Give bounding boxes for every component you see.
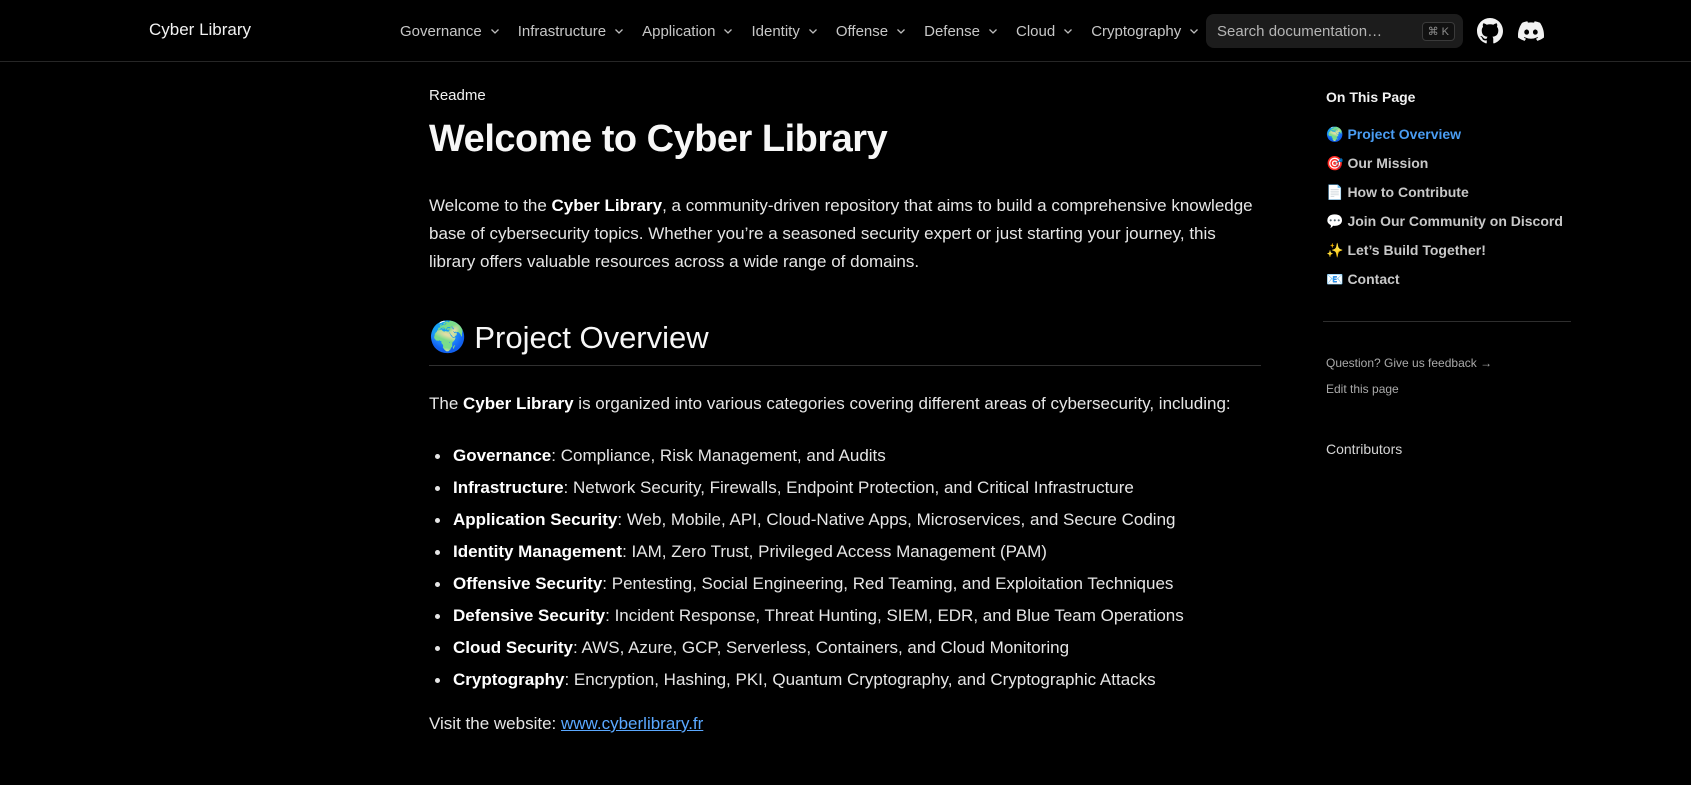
category-desc: : Web, Mobile, API, Cloud-Native Apps, M… xyxy=(617,510,1176,529)
category-name: Defensive Security xyxy=(453,606,606,625)
section-heading-project-overview: 🌍 Project Overview xyxy=(429,318,1261,366)
edit-page-link[interactable]: Edit this page xyxy=(1326,382,1399,396)
toc-list: 🌍 Project Overview 🎯 Our Mission 📄 How to C… xyxy=(1326,120,1563,294)
nav-label: Governance xyxy=(400,22,482,40)
toc-item-project-overview[interactable]: 🌍 Project Overview xyxy=(1326,120,1563,149)
category-desc: : Pentesting, Social Engineering, Red Te… xyxy=(602,574,1174,593)
section-title: Project Overview xyxy=(474,320,709,355)
intro-paragraph: Welcome to the Cyber Library, a communit… xyxy=(429,192,1259,276)
search-shortcut-hint: ⌘ K xyxy=(1421,22,1455,41)
visit-website-line: Visit the website: www.cyberlibrary.fr xyxy=(429,714,703,734)
category-name: Identity Management xyxy=(453,542,623,561)
toc-title: On This Page xyxy=(1326,89,1416,105)
target-icon: 🎯 xyxy=(1326,155,1344,171)
nav-label: Defense xyxy=(924,22,980,40)
category-desc: : Network Security, Firewalls, Endpoint … xyxy=(563,478,1134,497)
nav-governance[interactable]: Governance xyxy=(400,23,500,40)
toc-item-build-together[interactable]: ✨ Let’s Build Together! xyxy=(1326,236,1563,265)
toc-divider xyxy=(1323,321,1571,322)
overview-lead: The Cyber Library is organized into vari… xyxy=(429,394,1231,414)
list-item: Offensive Security: Pentesting, Social E… xyxy=(429,568,1184,600)
toc-item-label: Let’s Build Together! xyxy=(1347,242,1486,258)
list-item: Governance: Compliance, Risk Management,… xyxy=(429,440,1184,472)
globe-icon: 🌍 xyxy=(429,321,467,354)
nav-infrastructure[interactable]: Infrastructure xyxy=(518,23,624,40)
chevron-down-icon xyxy=(724,29,733,34)
list-item: Identity Management: IAM, Zero Trust, Pr… xyxy=(429,536,1184,568)
nav-offense[interactable]: Offense xyxy=(836,23,906,40)
category-name: Cryptography xyxy=(453,670,565,689)
search-box[interactable]: ⌘ K xyxy=(1206,14,1463,48)
toc-item-label: Contact xyxy=(1347,271,1400,287)
nav-label: Cloud xyxy=(1016,22,1056,40)
chevron-down-icon xyxy=(1190,29,1199,34)
chevron-down-icon xyxy=(808,29,817,34)
toc-item-how-to-contribute[interactable]: 📄 How to Contribute xyxy=(1326,178,1563,207)
github-icon[interactable] xyxy=(1477,18,1503,44)
category-name: Governance xyxy=(453,446,552,465)
intro-bold-name: Cyber Library xyxy=(551,196,663,215)
document-icon: 📄 xyxy=(1326,184,1344,200)
visit-label: Visit the website: xyxy=(429,714,561,733)
contributors-heading: Contributors xyxy=(1326,441,1403,457)
nav-label: Offense xyxy=(835,22,889,40)
email-icon: 📧 xyxy=(1326,271,1344,287)
category-desc: : Compliance, Risk Management, and Audit… xyxy=(551,446,886,465)
intro-text-start: Welcome to the xyxy=(429,196,552,215)
breadcrumb[interactable]: Readme xyxy=(429,87,486,104)
toc-item-label: Join Our Community on Discord xyxy=(1347,213,1563,229)
nav-application[interactable]: Application xyxy=(642,23,733,40)
nav-label: Infrastructure xyxy=(517,22,607,40)
nav-label: Application xyxy=(642,22,716,40)
nav-cloud[interactable]: Cloud xyxy=(1016,23,1073,40)
toc-item-our-mission[interactable]: 🎯 Our Mission xyxy=(1326,149,1563,178)
toc-item-join-discord[interactable]: 💬 Join Our Community on Discord xyxy=(1326,207,1563,236)
top-navbar: Cyber Library Governance Infrastructure … xyxy=(0,0,1691,62)
category-desc: : Incident Response, Threat Hunting, SIE… xyxy=(605,606,1184,625)
nav-label: Cryptography xyxy=(1091,22,1182,40)
list-item: Infrastructure: Network Security, Firewa… xyxy=(429,472,1184,504)
toc-item-label: Project Overview xyxy=(1347,126,1462,142)
list-item: Defensive Security: Incident Response, T… xyxy=(429,600,1184,632)
website-link[interactable]: www.cyberlibrary.fr xyxy=(561,714,703,733)
site-logo-text[interactable]: Cyber Library xyxy=(149,20,251,40)
category-name: Application Security xyxy=(453,510,618,529)
page-title: Welcome to Cyber Library xyxy=(429,118,888,160)
chevron-down-icon xyxy=(490,29,499,34)
category-name: Cloud Security xyxy=(453,638,573,657)
globe-icon: 🌍 xyxy=(1326,126,1344,142)
toc-item-label: Our Mission xyxy=(1347,155,1429,171)
sparkles-icon: ✨ xyxy=(1326,242,1344,258)
chevron-down-icon xyxy=(897,29,906,34)
feedback-link[interactable]: Question? Give us feedback → xyxy=(1326,356,1492,370)
nav-defense[interactable]: Defense xyxy=(924,23,998,40)
main-nav: Governance Infrastructure Application Id… xyxy=(400,0,1217,62)
search-input[interactable] xyxy=(1217,22,1417,40)
category-desc: : AWS, Azure, GCP, Serverless, Container… xyxy=(572,638,1070,657)
category-list: Governance: Compliance, Risk Management,… xyxy=(429,440,1184,696)
category-desc: : Encryption, Hashing, PKI, Quantum Cryp… xyxy=(564,670,1156,689)
list-item: Application Security: Web, Mobile, API, … xyxy=(429,504,1184,536)
lead-bold-name: Cyber Library xyxy=(463,394,574,413)
chevron-down-icon xyxy=(615,29,624,34)
chevron-down-icon xyxy=(989,29,997,34)
nav-cryptography[interactable]: Cryptography xyxy=(1091,23,1199,40)
toc-item-label: How to Contribute xyxy=(1347,184,1469,200)
discord-icon[interactable] xyxy=(1517,18,1545,44)
category-name: Infrastructure xyxy=(453,478,564,497)
chevron-down-icon xyxy=(1064,29,1073,34)
category-name: Offensive Security xyxy=(453,574,603,593)
nav-label: Identity xyxy=(751,22,800,40)
lead-text-start: The xyxy=(429,394,464,413)
speech-bubble-icon: 💬 xyxy=(1326,213,1344,229)
list-item: Cloud Security: AWS, Azure, GCP, Serverl… xyxy=(429,632,1184,664)
toc-item-contact[interactable]: 📧 Contact xyxy=(1326,265,1563,294)
category-desc: : IAM, Zero Trust, Privileged Access Man… xyxy=(622,542,1047,561)
nav-identity[interactable]: Identity xyxy=(751,23,817,40)
lead-text-rest: is organized into various categories cov… xyxy=(573,394,1231,413)
list-item: Cryptography: Encryption, Hashing, PKI, … xyxy=(429,664,1184,696)
